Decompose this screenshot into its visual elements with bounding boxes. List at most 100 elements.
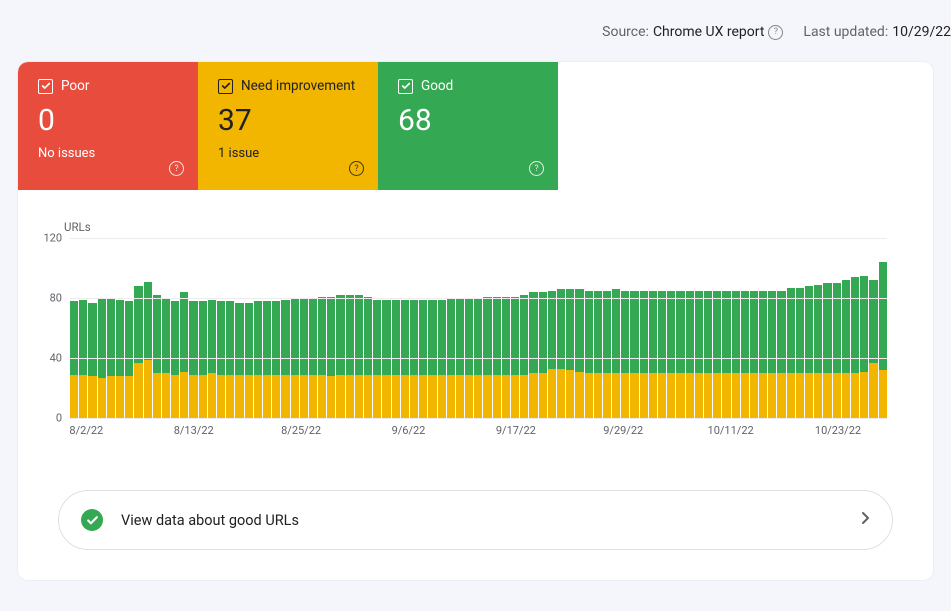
chart-bar — [759, 291, 767, 419]
y-tick: 120 — [43, 232, 62, 245]
meta-bar: Source: Chrome UX report ? Last updated:… — [0, 0, 951, 62]
chart-bar — [144, 282, 152, 419]
help-icon[interactable]: ? — [529, 161, 544, 176]
chart-bar — [217, 301, 225, 418]
chart-zone: URLs 04080120 8/2/228/13/228/25/229/6/22… — [18, 190, 933, 456]
chart-bar — [686, 291, 694, 419]
chart-bar — [667, 291, 675, 419]
chart-bar — [125, 301, 133, 418]
chart-bar — [658, 291, 666, 419]
chart-bar — [235, 303, 243, 419]
chart-bar — [732, 291, 740, 419]
chart-bar — [180, 292, 188, 418]
chart-bar — [520, 295, 528, 418]
help-icon[interactable]: ? — [169, 161, 184, 176]
chart-bar — [355, 295, 363, 418]
chart-bar — [557, 289, 565, 418]
chart-bar — [787, 288, 795, 419]
chart-bar — [649, 291, 657, 419]
checkbox-icon[interactable] — [38, 79, 53, 94]
x-tick: 10/23/22 — [815, 424, 861, 437]
y-tick: 0 — [56, 412, 62, 425]
x-tick: 8/2/22 — [69, 424, 103, 437]
checkbox-icon[interactable] — [398, 79, 413, 94]
chart-bar — [860, 276, 868, 419]
chart-bar — [548, 291, 556, 419]
x-tick: 9/17/22 — [496, 424, 536, 437]
view-row-label: View data about good URLs — [121, 512, 842, 529]
updated-group: Last updated: 10/29/22 — [803, 24, 951, 40]
chart-bar — [585, 291, 593, 419]
status-tiles: Poor 0 No issues ? Need improvement 37 1… — [18, 62, 558, 190]
chart-bar — [879, 262, 887, 418]
chart-bar — [346, 295, 354, 418]
chart-bar — [245, 303, 253, 419]
chart-bar — [171, 301, 179, 418]
chart-bar — [869, 280, 877, 418]
chart-title: URLs — [64, 220, 887, 234]
tile-sub: 1 issue — [218, 146, 358, 161]
chart-bar — [134, 286, 142, 418]
x-tick: 10/11/22 — [708, 424, 754, 437]
chart: 04080120 — [64, 238, 887, 418]
chart-bar — [539, 292, 547, 418]
chart-bar — [254, 301, 262, 418]
chart-bar — [842, 280, 850, 418]
chart-bar — [612, 289, 620, 418]
source-value: Chrome UX report — [653, 24, 764, 40]
chart-bar — [336, 295, 344, 418]
chart-bar — [741, 291, 749, 419]
chart-bar — [603, 291, 611, 419]
chart-bar — [88, 303, 96, 419]
chart-bar — [704, 291, 712, 419]
tile-value: 68 — [398, 106, 538, 136]
main-card: Poor 0 No issues ? Need improvement 37 1… — [18, 62, 933, 580]
chart-bar — [575, 289, 583, 418]
y-tick: 80 — [50, 292, 62, 305]
tile-poor[interactable]: Poor 0 No issues ? — [18, 62, 198, 190]
chart-bar — [722, 291, 730, 419]
chart-bar — [640, 291, 648, 419]
updated-value: 10/29/22 — [892, 24, 951, 40]
updated-label: Last updated: — [803, 24, 888, 40]
chart-bar — [750, 291, 758, 419]
chart-bar — [566, 289, 574, 418]
chart-bar — [805, 286, 813, 418]
chart-bar — [713, 291, 721, 419]
x-tick: 9/29/22 — [603, 424, 643, 437]
chart-bar — [777, 291, 785, 419]
help-icon[interactable]: ? — [768, 25, 783, 40]
chart-bar — [796, 288, 804, 419]
tile-value: 37 — [218, 106, 358, 136]
chart-bar — [70, 301, 78, 418]
tile-need-improvement[interactable]: Need improvement 37 1 issue ? — [198, 62, 378, 190]
x-tick: 8/25/22 — [281, 424, 321, 437]
chart-bar — [768, 291, 776, 419]
chart-bar — [594, 291, 602, 419]
chart-bar — [529, 292, 537, 418]
chart-bar — [823, 283, 831, 418]
help-icon[interactable]: ? — [349, 161, 364, 176]
checkbox-icon[interactable] — [218, 79, 233, 94]
tile-label: Good — [421, 78, 453, 94]
check-circle-icon — [81, 509, 103, 531]
chart-bar — [153, 295, 161, 418]
source-group: Source: Chrome UX report ? — [602, 24, 783, 40]
chart-bars — [70, 238, 887, 418]
chart-bar — [814, 285, 822, 419]
x-tick: 9/6/22 — [392, 424, 426, 437]
chart-bar — [695, 291, 703, 419]
tile-value: 0 — [38, 106, 178, 136]
view-good-urls-button[interactable]: View data about good URLs — [58, 490, 893, 550]
chart-bar — [189, 301, 197, 418]
chart-bar — [676, 291, 684, 419]
chart-bar — [272, 301, 280, 418]
chart-bar — [833, 283, 841, 418]
tile-good[interactable]: Good 68 ? — [378, 62, 558, 190]
y-tick: 40 — [50, 352, 62, 365]
chart-bar — [199, 301, 207, 418]
tile-label: Poor — [61, 78, 89, 94]
chart-bar — [621, 291, 629, 419]
chart-bar — [263, 301, 271, 418]
chevron-right-icon — [860, 511, 870, 529]
